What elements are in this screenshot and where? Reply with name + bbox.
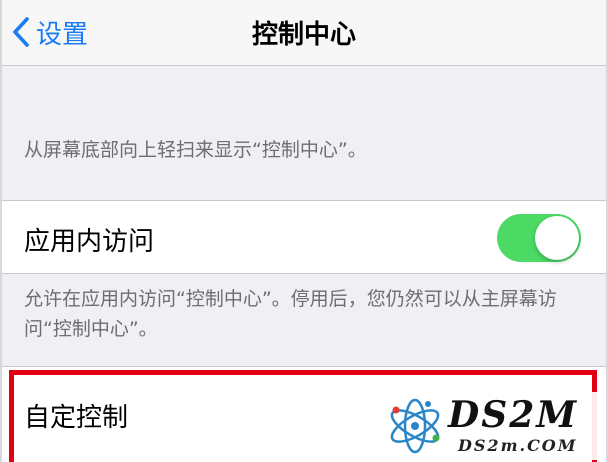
toggle-knob bbox=[535, 216, 579, 260]
atom-logo-icon bbox=[390, 398, 440, 454]
customize-controls-label: 自定控制 bbox=[24, 403, 129, 433]
watermark-subtitle: DS2m.COM bbox=[458, 436, 578, 455]
watermark-title: DS2M bbox=[448, 394, 579, 436]
in-app-access-toggle[interactable] bbox=[497, 214, 581, 262]
in-app-access-description: 允许在应用内访问“控制中心”。停用后，您仍然可以从主屏幕访问“控制中心”。 bbox=[24, 288, 557, 340]
in-app-access-row: 应用内访问 bbox=[0, 200, 608, 274]
watermark: DS2M DS2m.COM bbox=[378, 392, 598, 460]
navigation-bar: 设置 控制中心 bbox=[0, 0, 608, 66]
swipe-hint-text: 从屏幕底部向上轻扫来显示“控制中心”。 bbox=[24, 139, 367, 161]
in-app-access-label: 应用内访问 bbox=[24, 227, 155, 257]
page-title: 控制中心 bbox=[251, 20, 356, 50]
